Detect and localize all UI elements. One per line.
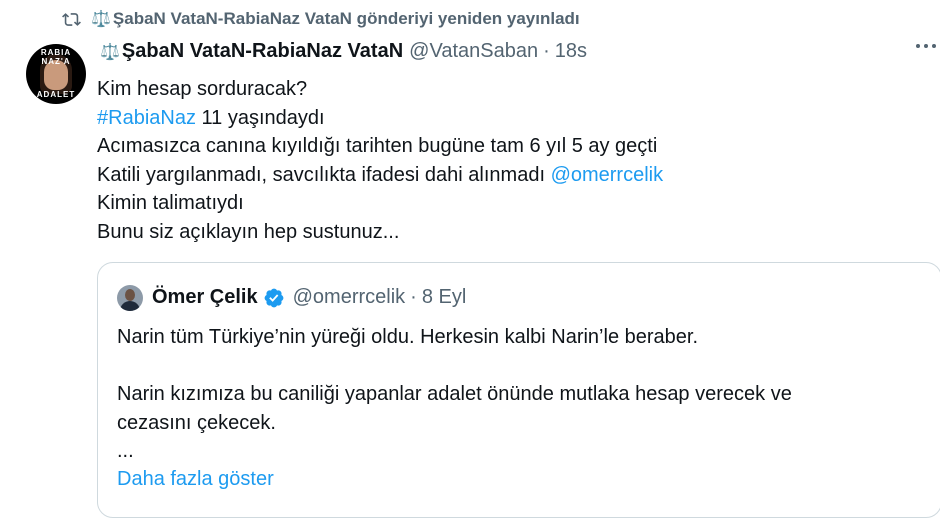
- tweet-line: #RabiaNaz 11 yaşındaydı: [97, 104, 663, 133]
- hashtag-link[interactable]: #RabiaNaz: [97, 107, 196, 129]
- quote-author-name[interactable]: Ömer Çelik: [152, 286, 258, 309]
- quoted-tweet[interactable]: Ömer Çelik @omerrcelik · 8 Eyl Narin tüm…: [97, 262, 940, 518]
- tweet-line: Bunu siz açıklayın hep sustunuz...: [97, 220, 400, 243]
- verified-badge-icon: [264, 288, 284, 307]
- author-handle[interactable]: @VatanSaban: [409, 40, 538, 63]
- quote-paragraph: Narin kızımıza bu caniliği yapanlar adal…: [117, 383, 792, 405]
- quote-avatar[interactable]: [117, 285, 143, 311]
- repost-icon: [62, 12, 81, 26]
- quote-time[interactable]: 8 Eyl: [422, 286, 466, 309]
- tweet-line: Kim hesap sorduracak?: [97, 78, 308, 100]
- quote-ellipsis: ...: [117, 440, 134, 462]
- quote-paragraph: Narin tüm Türkiye’nin yüreği oldu. Herke…: [117, 326, 699, 348]
- tweet-line: Kimin talimatıydı: [97, 192, 244, 214]
- repost-indicator: ⚖️ ŞabaN VataN-RabiaNaz VataN gönderiyi y…: [62, 9, 580, 29]
- avatar[interactable]: RABIA NAZ'A ADALET: [26, 44, 86, 104]
- separator-dot: ·: [410, 286, 417, 308]
- tweet-line: Katili yargılanmadı, savcılıkta ifadesi …: [97, 161, 663, 190]
- quote-avatar-body: [120, 301, 140, 311]
- quote-paragraph: cezasını çekecek.: [117, 411, 276, 434]
- quote-avatar-head: [125, 289, 135, 301]
- tweet-line-text: 11 yaşındaydı: [195, 106, 325, 129]
- separator-dot: ·: [543, 40, 550, 62]
- tweet-line-text: Katili yargılanmadı, savcılıkta ifadesi …: [97, 163, 551, 186]
- tweet-line: Acımasızca canına kıyıldığı tarihten bug…: [97, 135, 658, 157]
- avatar-text-bottom: ADALET: [36, 90, 76, 99]
- scales-icon: ⚖️: [100, 44, 120, 61]
- tweet-header: ⚖️ ŞabaN VataN-RabiaNaz VataN @VatanSaban…: [100, 40, 587, 63]
- show-more-link[interactable]: Daha fazla göster: [117, 468, 274, 491]
- quote-header: Ömer Çelik @omerrcelik · 8 Eyl: [152, 286, 466, 309]
- tweet-text: Kim hesap sorduracak? #RabiaNaz 11 yaşın…: [97, 75, 663, 246]
- quote-text: Narin tüm Türkiye’nin yüreği oldu. Herke…: [117, 323, 917, 466]
- avatar-text-top: RABIA NAZ'A: [40, 48, 72, 66]
- mention-link[interactable]: @omerrcelik: [551, 164, 664, 186]
- quote-author-handle[interactable]: @omerrcelik: [293, 286, 406, 309]
- author-name[interactable]: ⚖️ ŞabaN VataN-RabiaNaz VataN: [100, 40, 403, 63]
- more-options-icon[interactable]: [916, 44, 936, 48]
- tweet-time[interactable]: 18s: [555, 40, 587, 63]
- repost-text[interactable]: ⚖️ ŞabaN VataN-RabiaNaz VataN gönderiyi y…: [91, 9, 580, 29]
- scales-icon: ⚖️: [91, 11, 111, 28]
